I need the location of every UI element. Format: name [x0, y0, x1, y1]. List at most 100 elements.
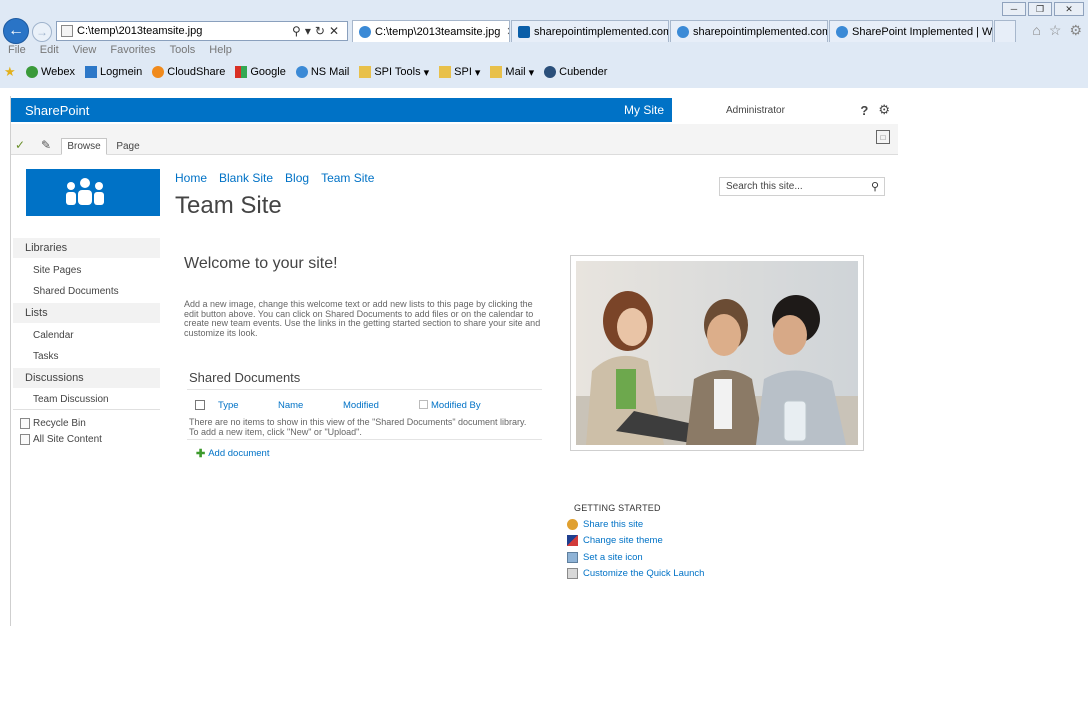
address-bar[interactable]: C:\temp\2013teamsite.jpg ⚲▾↻✕ [56, 21, 348, 41]
site-logo[interactable] [26, 169, 160, 216]
close-tab-icon[interactable]: ✕ [500, 25, 509, 38]
new-tab-button[interactable] [994, 20, 1016, 42]
dropdown-icon[interactable]: ▾ [305, 24, 315, 38]
fav-webex[interactable]: Webex [26, 66, 75, 78]
nav-blog[interactable]: Blog [285, 171, 309, 185]
ql-all-site-content[interactable]: All Site Content [33, 434, 102, 445]
help-icon[interactable]: ? [860, 103, 868, 118]
empty-list-message: There are no items to show in this view … [189, 417, 527, 437]
forward-button[interactable]: → [32, 22, 52, 42]
nav-blank-site[interactable]: Blank Site [219, 171, 273, 185]
restore-button[interactable]: ❐ [1028, 2, 1052, 16]
search-icon[interactable]: ⚲ [871, 180, 879, 193]
gs-site-icon[interactable]: Set a site icon [567, 552, 643, 563]
folder-icon [359, 66, 372, 78]
nav-home[interactable]: Home [175, 171, 207, 185]
fav-label: SPI Tools [374, 66, 421, 78]
divider [187, 389, 542, 390]
favorites-star[interactable]: ★ [4, 65, 16, 78]
sharepoint-brand[interactable]: SharePoint [11, 103, 89, 118]
browser-chrome: ─ ❐ ✕ ← → C:\temp\2013teamsite.jpg ⚲▾↻✕ … [0, 0, 1088, 88]
column-name[interactable]: Name [278, 400, 303, 411]
fav-label: SPI [454, 66, 472, 78]
column-modified-by[interactable]: Modified By [431, 400, 481, 411]
share-icon[interactable]: ✓ [15, 138, 28, 152]
webex-icon [26, 66, 38, 78]
shared-documents-title[interactable]: Shared Documents [189, 370, 300, 385]
gs-label: Share this site [583, 519, 644, 530]
tab-browse[interactable]: Browse [61, 138, 107, 155]
user-menu[interactable]: Administrator [726, 105, 785, 116]
fav-spi-tools[interactable]: SPI Tools ▾ [359, 66, 429, 79]
ql-discussions[interactable]: Discussions [13, 368, 160, 388]
cubender-icon [544, 66, 557, 78]
menu-view[interactable]: View [73, 44, 97, 60]
minimize-button[interactable]: ─ [1002, 2, 1026, 16]
menu-tools[interactable]: Tools [170, 44, 196, 60]
menu-favorites[interactable]: Favorites [110, 44, 155, 60]
ql-lists[interactable]: Lists [13, 303, 160, 323]
close-window-button[interactable]: ✕ [1054, 2, 1084, 16]
fav-mail[interactable]: Mail ▾ [490, 66, 534, 79]
fav-label: NS Mail [310, 66, 350, 78]
ie-icon [677, 25, 689, 38]
browser-tab-2[interactable]: sharepointimplemented.com [511, 20, 669, 42]
add-document-link[interactable]: ✚ Add document [196, 447, 269, 460]
column-type[interactable]: Type [218, 400, 239, 411]
browser-tab-1[interactable]: C:\temp\2013teamsite.jpg ✕ [352, 20, 510, 42]
ql-recycle-bin[interactable]: Recycle Bin [33, 418, 86, 429]
quick-launch-icon [567, 568, 578, 579]
search-box[interactable]: Search this site... ⚲ [719, 177, 885, 196]
fav-spi[interactable]: SPI ▾ [439, 66, 480, 79]
back-button[interactable]: ← [3, 18, 29, 44]
favorites-star-icon[interactable]: ☆ [1049, 22, 1062, 39]
stop-icon[interactable]: ✕ [329, 24, 343, 38]
theme-icon [567, 535, 578, 546]
fav-cloudshare[interactable]: CloudShare [152, 66, 225, 78]
fav-logmein[interactable]: Logmein [85, 66, 142, 78]
ql-site-pages[interactable]: Site Pages [33, 265, 81, 276]
gear-icon[interactable]: ⚙ [1069, 22, 1082, 39]
gs-change-theme[interactable]: Change site theme [567, 535, 663, 546]
ql-tasks[interactable]: Tasks [33, 351, 59, 362]
ql-shared-documents[interactable]: Shared Documents [33, 286, 119, 297]
add-document-label: Add document [208, 448, 270, 459]
home-icon[interactable]: ⌂ [1032, 22, 1040, 39]
gs-customize-quick-launch[interactable]: Customize the Quick Launch [567, 568, 704, 579]
ql-libraries[interactable]: Libraries [13, 238, 160, 258]
browser-tab-3[interactable]: sharepointimplemented.com [670, 20, 828, 42]
fav-label: Logmein [100, 66, 143, 78]
ie-icon [295, 66, 308, 78]
address-text: C:\temp\2013teamsite.jpg [77, 25, 203, 37]
column-modified[interactable]: Modified [343, 400, 379, 411]
ql-team-discussion[interactable]: Team Discussion [33, 394, 109, 405]
page-content [0, 88, 1088, 720]
browser-tab-4[interactable]: SharePoint Implemented | Wel... [829, 20, 993, 42]
fav-cubender[interactable]: Cubender [544, 66, 607, 78]
window-controls: ─ ❐ ✕ [1002, 2, 1084, 16]
tab-page[interactable]: Page [111, 138, 145, 155]
top-navigation: Home Blank Site Blog Team Site [175, 171, 374, 185]
focus-on-content-icon[interactable]: □ [876, 130, 890, 144]
forward-arrow-icon: → [36, 25, 48, 39]
plus-icon: ✚ [196, 448, 206, 460]
select-all-checkbox[interactable] [195, 400, 205, 410]
modified-by-checkbox[interactable] [419, 400, 428, 409]
refresh-icon[interactable]: ↻ [315, 24, 329, 38]
settings-gear-icon[interactable]: ⚙ [878, 102, 890, 118]
menu-file[interactable]: File [8, 44, 26, 60]
nav-team-site[interactable]: Team Site [321, 171, 374, 185]
my-site-link[interactable]: My Site [624, 103, 672, 117]
fav-label: Webex [41, 66, 76, 78]
dropdown-icon: ▾ [474, 66, 481, 79]
edit-icon[interactable]: ✎ [41, 138, 54, 152]
fav-nsmail[interactable]: NS Mail [295, 66, 350, 78]
ql-calendar[interactable]: Calendar [33, 330, 74, 341]
fav-google[interactable]: Google [235, 66, 286, 78]
menu-help[interactable]: Help [209, 44, 232, 60]
menu-edit[interactable]: Edit [40, 44, 59, 60]
gs-share-site[interactable]: Share this site [567, 519, 643, 530]
google-icon [235, 66, 248, 78]
search-icon[interactable]: ⚲ [292, 24, 305, 38]
logmein-icon [85, 66, 98, 78]
